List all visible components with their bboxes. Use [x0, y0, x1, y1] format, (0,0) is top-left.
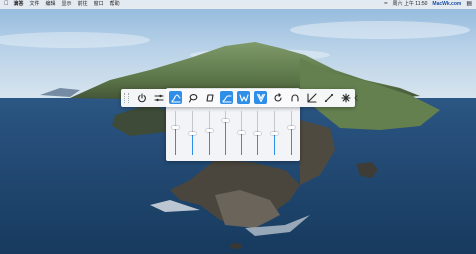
slider-knob[interactable] — [189, 132, 196, 135]
ramp-icon[interactable] — [305, 91, 318, 104]
filter-icon[interactable] — [254, 91, 267, 104]
shape-icon[interactable] — [203, 91, 216, 104]
wifi-icon[interactable]: ≈ — [384, 0, 387, 9]
menu-item-file[interactable]: 文件 — [30, 0, 40, 9]
apple-icon[interactable]:  — [4, 0, 9, 9]
slider-knob[interactable] — [288, 126, 295, 129]
floating-toolbar — [121, 89, 358, 107]
control-center-icon[interactable]: ▤ — [466, 0, 472, 9]
arch-icon[interactable] — [288, 91, 301, 104]
slider-fill — [175, 128, 176, 155]
highpass-icon[interactable] — [220, 91, 233, 104]
power-icon[interactable] — [135, 91, 148, 104]
vertical-slider[interactable] — [238, 111, 245, 155]
slider-fill — [274, 134, 275, 155]
vertical-slider[interactable] — [288, 111, 295, 155]
vertical-slider[interactable] — [271, 111, 278, 155]
slider-fill — [192, 133, 193, 155]
curve-icon[interactable] — [169, 91, 182, 104]
menu-bar-status-area: ≈ 周六 上午 11:50 MacWk.com ▤ — [379, 0, 472, 9]
lasso-icon[interactable] — [186, 91, 199, 104]
menu-bar:  滴答 文件 编辑 显示 前往 窗口 帮助 ≈ 周六 上午 11:50 Mac… — [0, 0, 476, 9]
slider-knob[interactable] — [172, 126, 179, 129]
menu-bar-brand: MacWk.com — [432, 1, 462, 7]
drag-handle[interactable] — [124, 93, 129, 103]
menu-item-view[interactable]: 显示 — [62, 0, 72, 9]
slider-knob[interactable] — [271, 132, 278, 135]
menu-bar-clock[interactable]: 周六 上午 11:50 — [393, 0, 428, 9]
menu-item-window[interactable]: 窗口 — [94, 0, 104, 9]
vertical-slider[interactable] — [206, 111, 213, 155]
slider-fill — [225, 121, 226, 155]
vertical-slider[interactable] — [222, 111, 229, 155]
menu-item-help[interactable]: 帮助 — [110, 0, 120, 9]
menu-item-edit[interactable]: 编辑 — [46, 0, 56, 9]
menu-item-go[interactable]: 前往 — [78, 0, 88, 9]
menu-app-name[interactable]: 滴答 — [14, 0, 24, 9]
slider-fill — [257, 133, 258, 155]
slider-fill — [291, 128, 292, 155]
slider-knob[interactable] — [254, 132, 261, 135]
link-icon[interactable] — [322, 91, 335, 104]
loop-icon[interactable] — [271, 91, 284, 104]
chevron-left-icon[interactable] — [353, 91, 359, 104]
bandpass-icon[interactable] — [237, 91, 250, 104]
sliders-icon[interactable] — [152, 91, 165, 104]
spark-icon[interactable] — [339, 91, 352, 104]
slider-fill — [209, 131, 210, 155]
slider-knob[interactable] — [206, 129, 213, 132]
slider-fill — [241, 132, 242, 155]
vertical-slider[interactable] — [254, 111, 261, 155]
vertical-slider[interactable] — [172, 111, 179, 155]
slider-knob[interactable] — [238, 131, 245, 134]
slider-knob[interactable] — [222, 119, 229, 122]
vertical-slider[interactable] — [189, 111, 196, 155]
